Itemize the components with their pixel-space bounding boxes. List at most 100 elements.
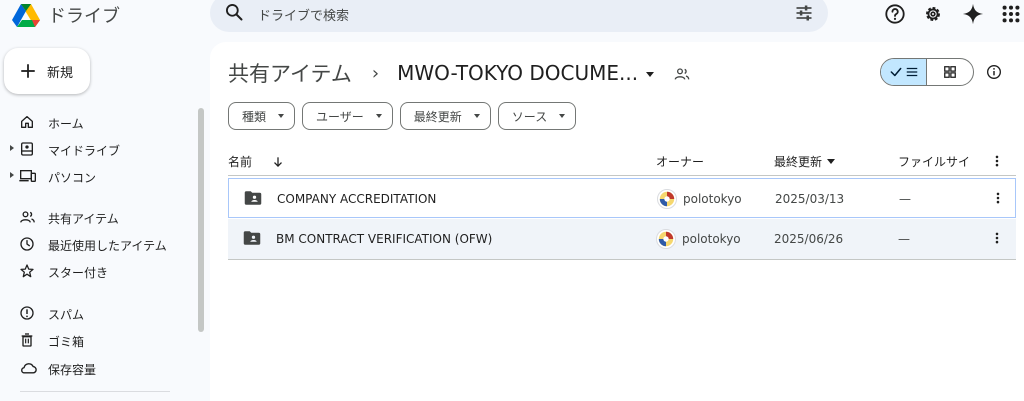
dropdown-arrow-icon <box>559 114 566 118</box>
table-row[interactable]: COMPANY ACCREDITATION polotokyo 2025/03/… <box>228 178 1016 218</box>
file-name[interactable]: BM CONTRACT VERIFICATION (OFW) <box>276 232 492 246</box>
search-bar[interactable]: ドライブで検索 <box>210 0 828 32</box>
list-icon <box>906 67 917 77</box>
avatar <box>656 229 676 249</box>
plus-icon <box>21 64 35 78</box>
file-size: — <box>898 232 910 246</box>
search-options-icon[interactable] <box>794 3 814 23</box>
filter-label: 種類 <box>242 109 267 124</box>
view-toggle <box>880 58 974 86</box>
file-size: — <box>899 192 911 206</box>
sidebar-item-spam[interactable]: スパム <box>0 300 196 326</box>
sidebar-item-label: 保存容量 <box>48 363 97 377</box>
modified-date: 2025/03/13 <box>775 192 845 206</box>
sidebar-item-trash[interactable]: ゴミ箱 <box>0 327 196 353</box>
owner-cell: polotokyo <box>657 189 742 209</box>
new-button-label: 新規 <box>47 65 74 81</box>
filter-source[interactable]: ソース <box>497 102 577 130</box>
sidebar-item-label: ホーム <box>48 117 84 131</box>
table-header: 名前 オーナー 最終更新 ファイルサイ <box>228 146 1016 176</box>
owner-seal-icon <box>658 231 674 247</box>
breadcrumb: 共有アイテム › MWO-TOKYO DOCUME... <box>228 58 690 88</box>
recent-icon <box>20 237 34 251</box>
shared-folder-icon <box>244 191 262 205</box>
check-icon <box>890 67 901 77</box>
sidebar-item-starred[interactable]: スター付き <box>0 258 196 284</box>
settings-icon[interactable] <box>922 3 944 25</box>
column-header-modified[interactable]: 最終更新 <box>774 153 836 170</box>
sidebar-item-label: 最近使用したアイテム <box>48 239 167 253</box>
sidebar-divider <box>20 391 170 392</box>
owner-name: polotokyo <box>682 232 741 246</box>
column-header-owner[interactable]: オーナー <box>656 153 704 170</box>
more-vert-icon[interactable] <box>990 231 1004 245</box>
drive-logo[interactable]: ドライブ <box>12 2 120 28</box>
column-header-name[interactable]: 名前 <box>228 153 285 170</box>
column-header-size[interactable]: ファイルサイ <box>898 153 970 170</box>
sidebar-item-label: ゴミ箱 <box>48 335 85 349</box>
owner-cell: polotokyo <box>656 229 741 249</box>
app-title: ドライブ <box>48 6 120 27</box>
sidebar-item-label: 共有アイテム <box>48 212 119 226</box>
sort-down-arrow-icon[interactable] <box>271 155 285 169</box>
new-button[interactable]: 新規 <box>4 48 90 94</box>
expand-caret-icon[interactable] <box>10 172 14 178</box>
sidebar-item-label: スパム <box>48 308 85 322</box>
filter-chips: 種類 ユーザー 最終更新 ソース <box>228 102 577 130</box>
top-bar: ドライブ ドライブで検索 <box>0 0 1024 32</box>
sidebar-item-label: パソコン <box>48 171 97 185</box>
apps-grid-icon[interactable] <box>1000 3 1022 25</box>
breadcrumb-separator: › <box>371 62 380 84</box>
file-name[interactable]: COMPANY ACCREDITATION <box>277 192 436 206</box>
grid-view-button[interactable] <box>927 59 973 85</box>
drive-logo-icon <box>12 4 40 27</box>
filter-label: ユーザー <box>316 109 364 124</box>
modified-date: 2025/06/26 <box>774 232 844 246</box>
gemini-icon[interactable] <box>962 3 984 25</box>
dropdown-arrow-icon <box>375 114 382 118</box>
avatar <box>657 189 677 209</box>
column-label: オーナー <box>656 155 705 169</box>
search-input[interactable]: ドライブで検索 <box>258 5 349 24</box>
shared-icon <box>20 211 35 223</box>
list-view-button[interactable] <box>881 59 927 85</box>
more-vert-icon[interactable] <box>990 154 1004 168</box>
filter-modified[interactable]: 最終更新 <box>399 102 491 130</box>
trash-icon <box>21 333 33 347</box>
table-row[interactable]: BM CONTRACT VERIFICATION (OFW) polotokyo… <box>228 219 1016 260</box>
expand-caret-icon[interactable] <box>10 145 14 151</box>
breadcrumb-root[interactable]: 共有アイテム <box>228 58 352 88</box>
sidebar-item-storage[interactable]: 保存容量 <box>0 355 196 381</box>
filter-people[interactable]: ユーザー <box>302 102 393 130</box>
grid-icon <box>944 66 956 78</box>
sidebar-item-computers[interactable]: パソコン <box>0 163 196 189</box>
column-label: 最終更新 <box>774 155 823 169</box>
sidebar-item-home[interactable]: ホーム <box>0 109 196 135</box>
info-icon[interactable] <box>986 64 1002 80</box>
more-vert-icon[interactable] <box>991 191 1005 205</box>
main-panel: 共有アイテム › MWO-TOKYO DOCUME... 種類 ユーザー 最終更… <box>210 42 1024 401</box>
dropdown-arrow-icon <box>278 114 285 118</box>
sidebar-item-my-drive[interactable]: マイドライブ <box>0 136 196 162</box>
sidebar-scrollbar[interactable] <box>198 108 204 332</box>
sidebar-item-label: マイドライブ <box>48 144 121 158</box>
dropdown-arrow-icon <box>473 114 480 118</box>
search-icon[interactable] <box>224 2 244 22</box>
filter-label: ソース <box>511 109 548 124</box>
help-icon[interactable] <box>884 3 906 25</box>
sidebar-item-shared[interactable]: 共有アイテム <box>0 204 196 230</box>
filter-label: 最終更新 <box>413 109 462 124</box>
folder-menu-caret-icon[interactable] <box>646 71 655 77</box>
shared-users-icon[interactable] <box>674 67 690 81</box>
spam-icon <box>20 306 34 320</box>
my-drive-icon <box>21 142 33 156</box>
owner-name: polotokyo <box>683 192 742 206</box>
sidebar-item-recent[interactable]: 最近使用したアイテム <box>0 231 196 257</box>
shared-folder-icon <box>243 231 261 245</box>
home-icon <box>21 116 33 128</box>
computer-icon <box>19 170 36 182</box>
breadcrumb-current-folder[interactable]: MWO-TOKYO DOCUME... <box>397 61 638 85</box>
column-label: ファイルサイ <box>898 155 971 169</box>
cloud-icon <box>21 363 37 374</box>
filter-type[interactable]: 種類 <box>228 102 296 130</box>
